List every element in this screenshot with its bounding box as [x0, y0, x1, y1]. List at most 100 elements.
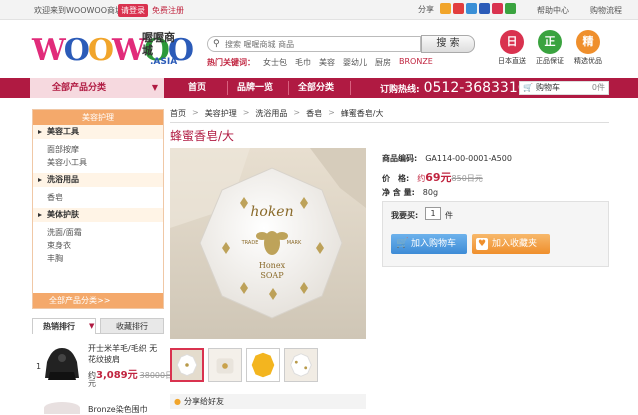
search-icon: ⚲ — [213, 39, 220, 49]
share-icon: ● — [174, 397, 181, 406]
ranking-item-unit: 元 — [88, 379, 96, 388]
breadcrumb-item[interactable]: 首页 — [170, 108, 186, 119]
sidebar-title: 美容护理 — [33, 110, 163, 125]
welcome-text: 欢迎来到WOOWOO商城！ — [34, 6, 132, 15]
sidebar-item[interactable]: 丰胸 — [33, 252, 163, 265]
search-button[interactable]: 搜 索 — [421, 35, 475, 53]
sidebar-item[interactable]: 面部按摩 — [33, 143, 163, 156]
tab-hot-sales[interactable]: 热销排行 ▼ — [32, 318, 96, 334]
top-bar: 欢迎来到WOOWOO商城！ 请登录 免费注册 分享 帮助中心 购物流程 — [0, 0, 638, 20]
cart-icon: 🛒 — [396, 238, 409, 249]
svg-text:TRADE: TRADE — [241, 240, 259, 246]
hot-keyword[interactable]: 美容 — [319, 57, 335, 68]
sidebar-section[interactable]: 洗浴用品 — [33, 173, 163, 187]
product-code: GA114-00-0001-A500 — [425, 154, 512, 163]
hot-keyword[interactable]: 厨房 — [375, 57, 391, 68]
hotline: 订购热线: 0512-36833160 — [380, 80, 536, 96]
breadcrumb: 首页 > 美容护理 > 洗浴用品 > 香皂 > 蜂蜜香皂/大 — [170, 108, 384, 119]
svg-text:SOAP: SOAP — [260, 271, 284, 280]
nav-brands[interactable]: 品牌一览 — [237, 78, 273, 98]
sidebar-item[interactable]: 香皂 — [33, 191, 163, 204]
sidebar-item[interactable]: 洗面/面霜 — [33, 226, 163, 239]
breadcrumb-item: 蜂蜜香皂/大 — [340, 109, 384, 118]
nav-home[interactable]: 首页 — [188, 78, 206, 98]
logo-cn-name: 喔喔商城 — [142, 31, 175, 57]
product-weight: 80g — [422, 188, 439, 197]
thumbnail-2[interactable] — [208, 348, 242, 382]
product-main-image[interactable]: hoken TRADE MARK Honex SOAP — [170, 148, 366, 339]
hot-keyword[interactable]: BRONZE — [399, 57, 433, 68]
thumbnail-4[interactable] — [284, 348, 318, 382]
sidebar-section[interactable]: 美容工具 — [33, 125, 163, 139]
search-box: ⚲ — [207, 36, 421, 52]
product-thumbnail[interactable] — [44, 344, 80, 384]
shopping-flow-link[interactable]: 购物流程 — [590, 5, 622, 16]
product-price: 69元 — [425, 171, 452, 184]
product-price-row: 价 格: 约69元850日元 — [382, 171, 483, 184]
ranking-tabs: 热销排行 ▼ 收藏排行 — [32, 318, 164, 334]
breadcrumb-item[interactable]: 香皂 — [306, 108, 322, 119]
share-icons — [440, 3, 516, 14]
thumbnail-1[interactable] — [170, 348, 204, 382]
douban-icon[interactable] — [505, 3, 516, 14]
help-center-link[interactable]: 帮助中心 — [537, 5, 569, 16]
tab-favorites-ranking[interactable]: 收藏排行 — [100, 318, 164, 334]
category-menu-button[interactable]: 全部产品分类 ▼ — [30, 78, 164, 98]
hot-keyword[interactable]: 女士包 — [263, 57, 287, 68]
category-sidebar: 美容护理 美容工具 面部按摩 美容小工具 洗浴用品 香皂 美体护肤 洗面/面霜 … — [32, 109, 164, 309]
chevron-down-icon: ▼ — [151, 83, 158, 92]
kaixin-icon[interactable] — [492, 3, 503, 14]
sidebar-item[interactable]: 束身衣 — [33, 239, 163, 252]
hot-keyword[interactable]: 婴幼儿 — [343, 57, 367, 68]
quantity-unit: 件 — [445, 211, 453, 220]
ranking-item-price: 约3,089元 38000日 — [88, 370, 174, 381]
product-title: 蜂蜜香皂/大 — [170, 129, 235, 143]
hot-keyword[interactable]: 毛巾 — [295, 57, 311, 68]
cart-icon: 🛒 — [523, 83, 533, 92]
service-badges: 日 日本直送 正 正品保证 精 精选优品 — [498, 30, 602, 66]
nav-divider — [350, 81, 351, 95]
cart-button[interactable]: 🛒 购物车 0件 — [519, 81, 609, 95]
divider — [170, 122, 609, 123]
register-link[interactable]: 免费注册 — [152, 5, 184, 16]
site-logo[interactable]: WOOWOO 喔喔商城 .ASIA — [32, 27, 194, 73]
quantity-label: 我要买: — [391, 211, 419, 220]
ranking-item-title[interactable]: Bronze染色围巾 — [88, 404, 148, 415]
logo-suffix: .ASIA — [150, 57, 178, 67]
quantity-input[interactable]: 1 — [425, 207, 441, 220]
share-label: 分享 — [418, 5, 434, 14]
all-categories-link[interactable]: 全部产品分类>> — [33, 293, 163, 308]
breadcrumb-item[interactable]: 美容护理 — [205, 108, 237, 119]
product-price-original: 850日元 — [451, 174, 483, 183]
svg-text:MARK: MARK — [287, 240, 302, 246]
heart-icon: ♥ — [476, 238, 488, 250]
breadcrumb-item[interactable]: 洗浴用品 — [255, 108, 287, 119]
add-to-favorites-button[interactable]: ♥ 加入收藏夹 — [472, 234, 550, 254]
thumbnail-3[interactable] — [246, 348, 280, 382]
hot-keywords: 热门关键词： 女士包 毛巾 美容 婴幼儿 厨房 BRONZE — [207, 57, 433, 68]
badge-selected: 精 精选优品 — [574, 30, 602, 66]
caret-down-icon: ▼ — [89, 322, 95, 330]
login-link[interactable]: 请登录 — [118, 4, 148, 17]
sina-weibo-icon[interactable] — [453, 3, 464, 14]
nav-all-categories[interactable]: 全部分类 — [298, 78, 334, 98]
share-to-friend[interactable]: ● 分享给好友 — [170, 394, 366, 409]
sidebar-item[interactable]: 美容小工具 — [33, 156, 163, 169]
buy-box: 我要买: 1 件 🛒 加入购物车 ♥ 加入收藏夹 — [382, 201, 609, 267]
product-thumbnail[interactable] — [44, 402, 80, 414]
nav-divider — [227, 81, 228, 95]
qzone-icon[interactable] — [440, 3, 451, 14]
renren-icon[interactable] — [479, 3, 490, 14]
hot-keywords-label: 热门关键词： — [207, 58, 255, 67]
badge-japan-direct: 日 日本直送 — [498, 30, 526, 66]
add-to-cart-button[interactable]: 🛒 加入购物车 — [391, 234, 467, 254]
ranking-item-title[interactable]: 开士米羊毛/毛织 无花纹披肩 — [88, 343, 162, 365]
tencent-icon[interactable] — [466, 3, 477, 14]
nav-divider — [288, 81, 289, 95]
sidebar-section[interactable]: 美体护肤 — [33, 208, 163, 222]
search-input[interactable] — [225, 38, 415, 50]
ranking-item[interactable]: Bronze染色围巾 — [32, 398, 164, 415]
product-code-row: 商品编码: GA114-00-0001-A500 — [382, 154, 512, 163]
ranking-item[interactable]: 1 开士米羊毛/毛织 无花纹披肩 约3,089元 38000日 元 — [32, 340, 173, 390]
product-weight-row: 净 含 量: 80g — [382, 188, 439, 197]
